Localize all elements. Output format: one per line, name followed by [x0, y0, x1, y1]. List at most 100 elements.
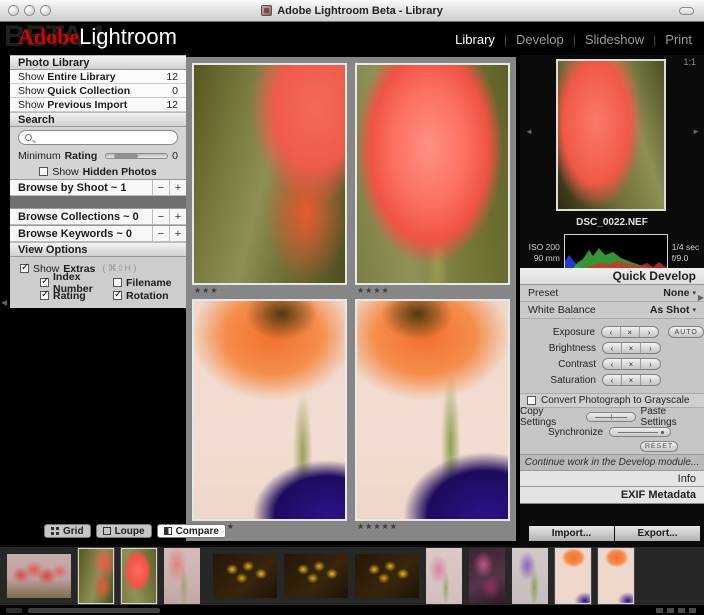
clear-button[interactable]: × [622, 343, 641, 353]
loupe-view-button[interactable]: Loupe [96, 524, 152, 538]
zoom-ratio-label[interactable]: 1:1 [683, 57, 696, 67]
checkbox-rating[interactable] [40, 291, 49, 300]
increase-button[interactable]: › [640, 327, 659, 337]
checkbox-filename[interactable] [113, 278, 122, 287]
browse-collections-row[interactable]: Browse Collections ~ 0 − + [10, 208, 186, 225]
close-window-button[interactable] [8, 5, 19, 16]
list-item-quick-collection[interactable]: Show Quick Collection 0 [10, 84, 186, 98]
view-options-header[interactable]: View Options [10, 242, 186, 257]
filmstrip-size-controls[interactable] [656, 608, 696, 613]
thumbnail-yellow-tulips-1[interactable] [213, 554, 277, 598]
list-item-entire-library[interactable]: Show Entire Library 12 [10, 70, 186, 84]
search-input[interactable] [36, 132, 166, 143]
collapse-left-panel-icon[interactable]: ◀ [1, 298, 7, 307]
nav-separator: | [573, 33, 576, 47]
minimum-rating-slider[interactable] [105, 153, 168, 159]
filmstrip-scrollbar[interactable] [28, 608, 160, 613]
thumbnail-magenta-tulips[interactable] [469, 548, 505, 604]
grid-icon [51, 527, 59, 535]
checkbox-show-extras[interactable] [20, 264, 29, 273]
copy-settings-label[interactable]: Copy Settings [520, 406, 581, 428]
add-collection-button[interactable]: + [169, 209, 186, 224]
thumbnail-orange-tulip-vase-2[interactable] [598, 548, 634, 604]
loupe-icon [103, 527, 111, 535]
saturation-stepper: ‹ × › [602, 374, 661, 386]
tab-slideshow[interactable]: Slideshow [585, 32, 644, 47]
paste-settings-label[interactable]: Paste Settings [641, 406, 704, 428]
next-photo-icon[interactable]: ► [692, 127, 700, 136]
tab-develop[interactable]: Develop [516, 32, 564, 47]
clear-button[interactable]: × [622, 359, 641, 369]
count-badge: 12 [166, 71, 178, 83]
remove-collection-button[interactable]: − [152, 209, 169, 224]
preset-dropdown[interactable]: None ▾ [663, 287, 696, 299]
filmstrip [0, 545, 704, 605]
clear-button[interactable]: × [621, 327, 640, 337]
thumbnail-purple-tulip[interactable] [512, 548, 548, 604]
synchronize-label[interactable]: Synchronize [548, 427, 603, 438]
minimize-window-button[interactable] [24, 5, 35, 16]
star-rating[interactable]: ★★★★★ [355, 521, 510, 533]
previous-photo-icon[interactable]: ◄ [525, 127, 533, 136]
export-button[interactable]: Export... [615, 526, 700, 541]
white-balance-dropdown[interactable]: As Shot ▾ [650, 304, 696, 316]
checkbox-rotation[interactable] [113, 291, 122, 300]
synchronize-slider[interactable] [609, 427, 671, 437]
increase-button[interactable]: › [641, 375, 660, 385]
remove-keyword-button[interactable]: − [152, 226, 169, 241]
thumbnail-pink-tulip-light[interactable] [426, 548, 462, 604]
list-item-previous-import[interactable]: Show Previous Import 12 [10, 98, 186, 112]
clear-button[interactable]: × [622, 375, 641, 385]
add-keyword-button[interactable]: + [169, 226, 186, 241]
thumbnail-yellow-tulips-2[interactable] [284, 554, 348, 598]
star-rating[interactable]: ★★★★· [355, 285, 510, 297]
photo-orange-tulip-vase-1[interactable] [192, 299, 347, 521]
auto-exposure-button[interactable]: AUTO [668, 326, 704, 338]
import-button[interactable]: Import... [529, 526, 614, 541]
photo-red-tulips-leaves[interactable] [192, 63, 347, 285]
saturation-row: Saturation ‹ × › [520, 372, 704, 388]
filmstrip-options-tab[interactable] [6, 608, 22, 613]
increase-button[interactable]: › [641, 343, 660, 353]
checkbox-show-hidden-photos[interactable] [39, 167, 48, 176]
thumbnail-orange-tulip-vase-1[interactable] [555, 548, 591, 604]
toolbar-toggle-pill[interactable] [679, 7, 694, 15]
checkbox-index-number[interactable] [40, 278, 49, 287]
search-box[interactable] [18, 130, 178, 145]
decrease-button[interactable]: ‹ [603, 359, 622, 369]
quick-develop-header[interactable]: Quick Develop [520, 268, 704, 285]
decrease-button[interactable]: ‹ [603, 375, 622, 385]
browse-keywords-row[interactable]: Browse Keywords ~ 0 − + [10, 225, 186, 242]
increase-button[interactable]: › [641, 359, 660, 369]
zoom-window-button[interactable] [40, 5, 51, 16]
collapse-right-panel-icon[interactable]: ▶ [698, 293, 704, 302]
star-rating[interactable]: ★★★· · [192, 285, 347, 297]
remove-shoot-button[interactable]: − [152, 180, 169, 195]
thumbnail-yellow-tulips-3[interactable] [355, 554, 419, 598]
reset-button[interactable]: RESET [640, 441, 678, 452]
compare-view-button[interactable]: Compare [157, 524, 226, 538]
photo-orange-tulip-vase-2[interactable] [355, 299, 510, 521]
photo-library-header[interactable]: Photo Library [10, 55, 186, 70]
search-header[interactable]: Search [10, 112, 186, 127]
grid-view-button[interactable]: Grid [44, 524, 91, 538]
copy-settings-slider[interactable] [586, 412, 635, 422]
info-header[interactable]: Info [520, 471, 704, 487]
thumbnail-pink-tulip-stem[interactable] [164, 548, 200, 604]
decrease-button[interactable]: ‹ [603, 343, 622, 353]
photo-red-tulip-closeup[interactable] [355, 63, 510, 285]
develop-module-link[interactable]: Continue work in the Develop module... [520, 454, 704, 471]
browse-by-shoot-row[interactable]: Browse by Shoot ~ 1 − + [10, 179, 186, 196]
checkbox-convert-grayscale[interactable] [527, 396, 536, 405]
tab-print[interactable]: Print [665, 32, 692, 47]
preview-image[interactable] [556, 59, 666, 211]
exif-metadata-header[interactable]: EXIF Metadata [520, 487, 704, 504]
add-shoot-button[interactable]: + [169, 180, 186, 195]
thumbnail-red-tulip-bouquet[interactable] [7, 554, 71, 598]
thumbnail-red-tulips-leaves[interactable] [78, 548, 114, 604]
decrease-button[interactable]: ‹ [602, 327, 621, 337]
window-title: Adobe Lightroom Beta - Library [261, 5, 443, 17]
thumbnail-red-tulip-closeup[interactable] [121, 548, 157, 604]
tab-library[interactable]: Library [455, 32, 495, 47]
slider-thumb[interactable] [114, 154, 138, 158]
